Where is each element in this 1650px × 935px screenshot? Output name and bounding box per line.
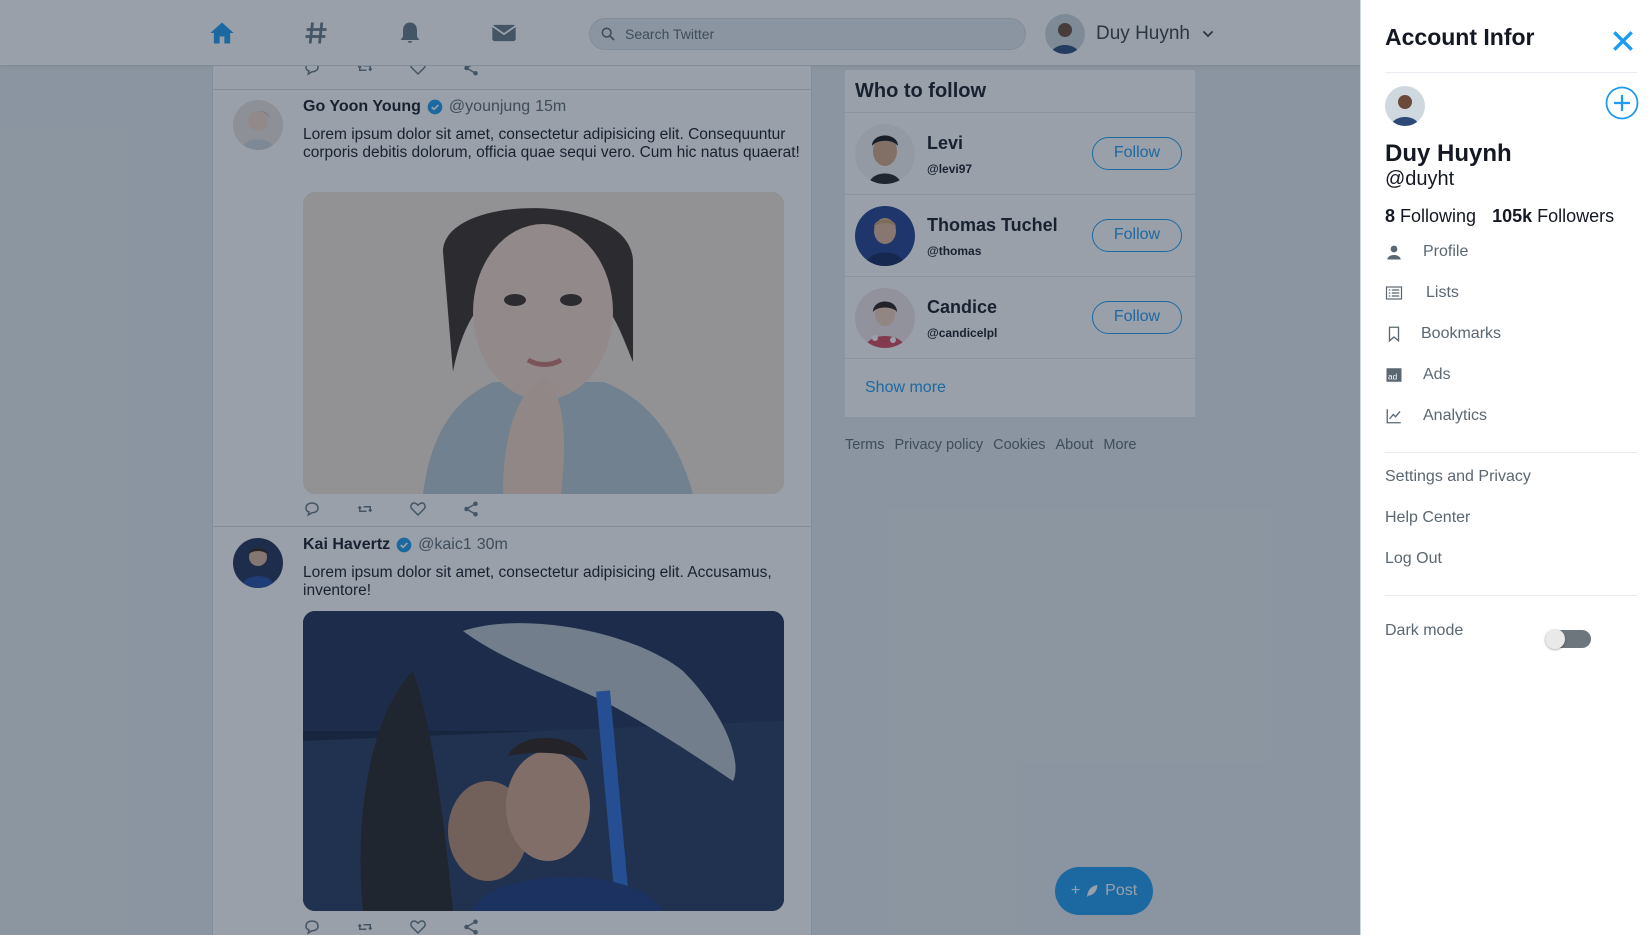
divider <box>1385 72 1637 73</box>
menu-item-help[interactable]: Help Center <box>1385 509 1470 527</box>
svg-text:ad: ad <box>1388 373 1398 382</box>
divider <box>1385 595 1637 596</box>
menu-item-label: Ads <box>1423 366 1451 383</box>
followers-label: Followers <box>1537 206 1615 226</box>
divider <box>1385 452 1637 453</box>
menu-item-ads[interactable]: ad Ads <box>1385 366 1451 384</box>
menu-item-bookmarks[interactable]: Bookmarks <box>1385 325 1501 343</box>
followers-count: 105k <box>1492 206 1533 226</box>
menu-item-settings[interactable]: Settings and Privacy <box>1385 468 1531 486</box>
close-icon[interactable] <box>1610 28 1636 54</box>
analytics-icon <box>1386 409 1401 424</box>
ads-icon: ad <box>1386 368 1402 382</box>
add-account-icon[interactable] <box>1605 86 1639 120</box>
toggle-knob <box>1545 629 1565 649</box>
following-stat[interactable]: 8 Following <box>1385 206 1476 226</box>
followers-stat[interactable]: 105k Followers <box>1492 206 1614 226</box>
menu-item-label: Profile <box>1423 243 1469 260</box>
menu-item-label: Bookmarks <box>1421 325 1502 342</box>
following-label: Following <box>1400 206 1477 226</box>
dark-mode-label: Dark mode <box>1385 622 1464 639</box>
modal-backdrop[interactable] <box>0 0 1360 935</box>
panel-title: Account Infor <box>1385 24 1535 50</box>
menu-item-logout[interactable]: Log Out <box>1385 550 1442 568</box>
following-count: 8 <box>1385 206 1396 226</box>
person-icon <box>1387 245 1401 260</box>
account-name: Duy Huynh <box>1385 140 1512 167</box>
menu-item-lists[interactable]: Lists <box>1385 284 1459 302</box>
account-panel: Account Infor Duy Huynh @duyht 8 Followi… <box>1360 0 1650 935</box>
menu-item-analytics[interactable]: Analytics <box>1385 407 1487 425</box>
account-avatar[interactable] <box>1385 86 1425 126</box>
bookmark-icon <box>1388 326 1400 343</box>
menu-item-label: Lists <box>1426 284 1459 301</box>
menu-item-label: Analytics <box>1423 407 1488 424</box>
dark-mode-toggle[interactable] <box>1545 629 1591 649</box>
account-handle: @duyht <box>1385 168 1455 190</box>
list-icon <box>1385 286 1403 300</box>
menu-item-profile[interactable]: Profile <box>1385 243 1468 261</box>
account-stats: 8 Following 105k Followers <box>1385 206 1614 227</box>
